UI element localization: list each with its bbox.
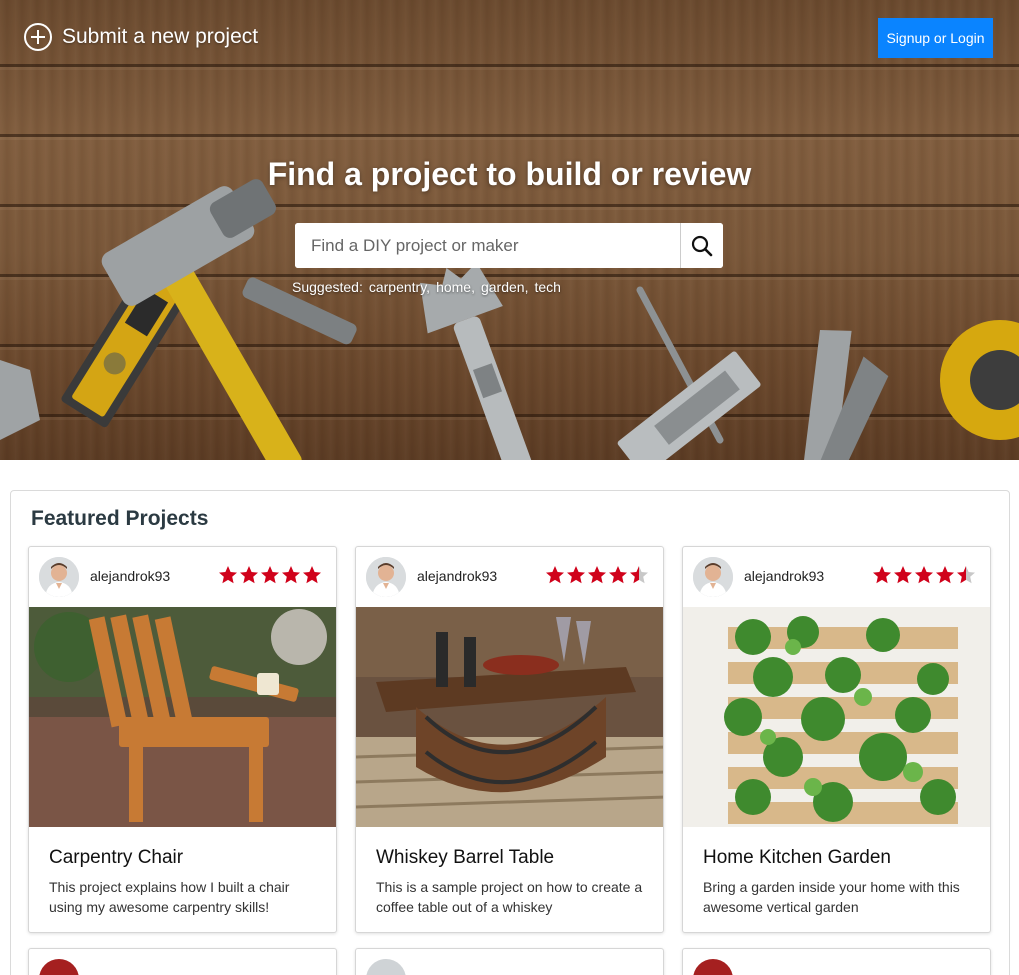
project-description: Bring a garden inside your home with thi… (703, 879, 960, 915)
card-header: alejandrok93 (29, 547, 336, 607)
avatar[interactable] (366, 557, 406, 597)
star-icon (630, 566, 648, 584)
signup-login-button[interactable]: Signup or Login (878, 18, 993, 58)
star-icon (567, 566, 585, 584)
star-icon (588, 566, 606, 584)
project-image[interactable] (29, 607, 336, 827)
suggested-tag-carpentry[interactable]: carpentry, (369, 279, 430, 295)
hero-title: Find a project to build or review (267, 156, 752, 192)
star-icon (219, 566, 237, 584)
featured-title: Featured Projects (31, 507, 209, 530)
search-button[interactable] (680, 223, 723, 268)
project-card-partial[interactable] (355, 948, 664, 975)
search-input[interactable] (295, 223, 680, 268)
project-title[interactable]: Whiskey Barrel Table (376, 847, 554, 869)
author-name[interactable]: alejandrok93 (744, 568, 824, 584)
submit-project-link[interactable]: Submit a new project (23, 22, 258, 52)
project-description: This project explains how I built a chai… (49, 879, 290, 915)
avatar[interactable] (693, 557, 733, 597)
star-icon (609, 566, 627, 584)
project-image[interactable] (683, 607, 990, 827)
project-title[interactable]: Carpentry Chair (49, 847, 183, 869)
card-header: alejandrok93 (683, 547, 990, 607)
suggested-tag-home[interactable]: home, (436, 279, 475, 295)
star-icon (546, 566, 564, 584)
suggested-tag-garden[interactable]: garden, (481, 279, 528, 295)
suggested-tag-tech[interactable]: tech (534, 279, 560, 295)
star-rating (872, 565, 976, 585)
project-description: This is a sample project on how to creat… (376, 879, 643, 915)
avatar[interactable] (39, 959, 79, 975)
project-title[interactable]: Home Kitchen Garden (703, 847, 891, 869)
author-name[interactable]: alejandrok93 (417, 568, 497, 584)
avatar[interactable] (366, 959, 406, 975)
author-name[interactable]: alejandrok93 (90, 568, 170, 584)
star-icon (957, 566, 975, 584)
project-card-partial[interactable] (28, 948, 337, 975)
submit-project-label: Submit a new project (62, 25, 259, 48)
star-icon (282, 566, 300, 584)
star-icon (936, 566, 954, 584)
star-icon (894, 566, 912, 584)
featured-projects-panel: Featured Projects alejandrok93 Carpentry… (10, 490, 1010, 975)
project-card-partial[interactable] (682, 948, 991, 975)
search-bar (295, 223, 723, 268)
star-icon (873, 566, 891, 584)
suggested-label: Suggested: (292, 279, 363, 295)
project-card[interactable]: alejandrok93 (682, 546, 991, 933)
card-header: alejandrok93 (356, 547, 663, 607)
avatar[interactable] (693, 959, 733, 975)
star-icon (915, 566, 933, 584)
project-image[interactable] (356, 607, 663, 827)
plus-circle-icon (24, 23, 52, 51)
search-icon (691, 235, 713, 256)
star-icon (261, 566, 279, 584)
star-icon (240, 566, 258, 584)
suggested-tags: Suggested: carpentry, home, garden, tech (292, 279, 561, 295)
hero-banner: Submit a new project Signup or Login Fin… (0, 0, 1019, 460)
star-rating (218, 565, 322, 585)
star-icon (303, 566, 321, 584)
avatar[interactable] (39, 557, 79, 597)
project-card[interactable]: alejandrok93 (28, 546, 337, 933)
project-card[interactable]: alejandrok93 (355, 546, 664, 933)
star-rating (545, 565, 649, 585)
